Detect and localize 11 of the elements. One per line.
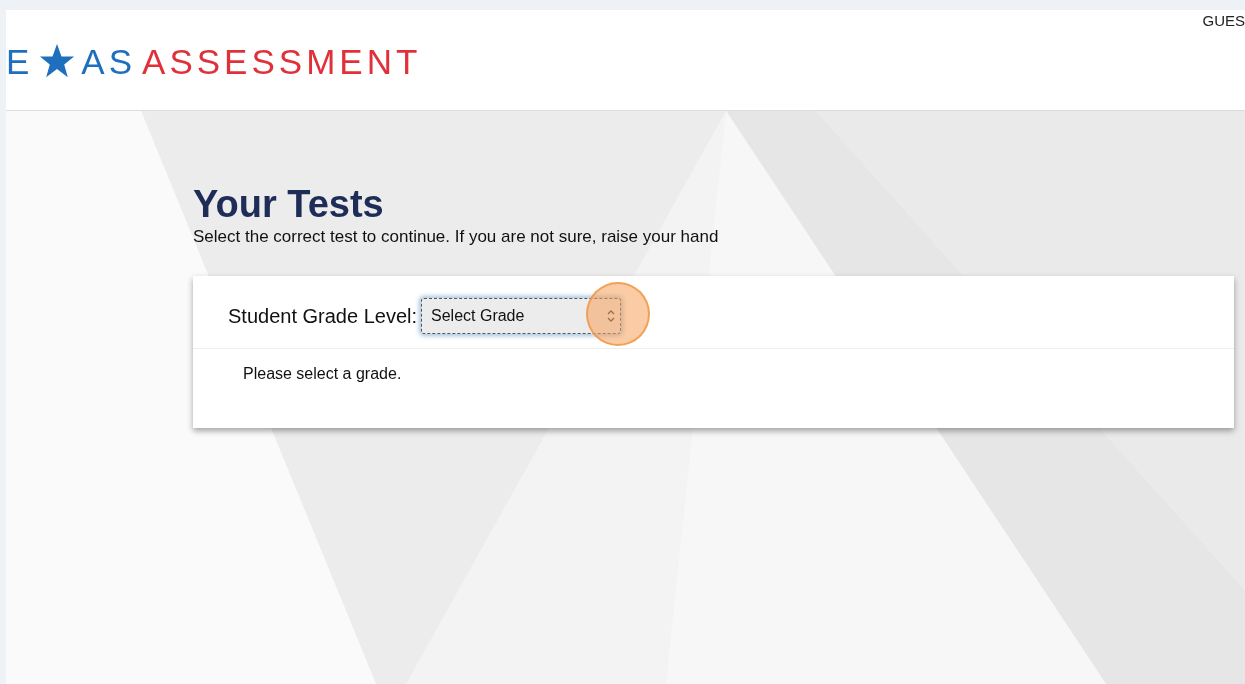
message-text: Please select a grade. bbox=[242, 364, 403, 383]
star-icon bbox=[39, 43, 76, 79]
user-name: GUES bbox=[1202, 12, 1245, 29]
chevron-icon bbox=[606, 308, 616, 324]
logo-text: E bbox=[6, 43, 34, 79]
logo-text: ASSESSMENT bbox=[142, 43, 422, 79]
instruction-text: Select the correct test to continue. If you are not sure, raise your hand bbox=[193, 226, 720, 248]
page-title: Your Tests bbox=[193, 182, 385, 226]
logo-text: AS bbox=[81, 43, 137, 79]
field-label: Student Grade Level: bbox=[228, 304, 417, 328]
grade-select[interactable]: Select Grade bbox=[421, 298, 621, 334]
